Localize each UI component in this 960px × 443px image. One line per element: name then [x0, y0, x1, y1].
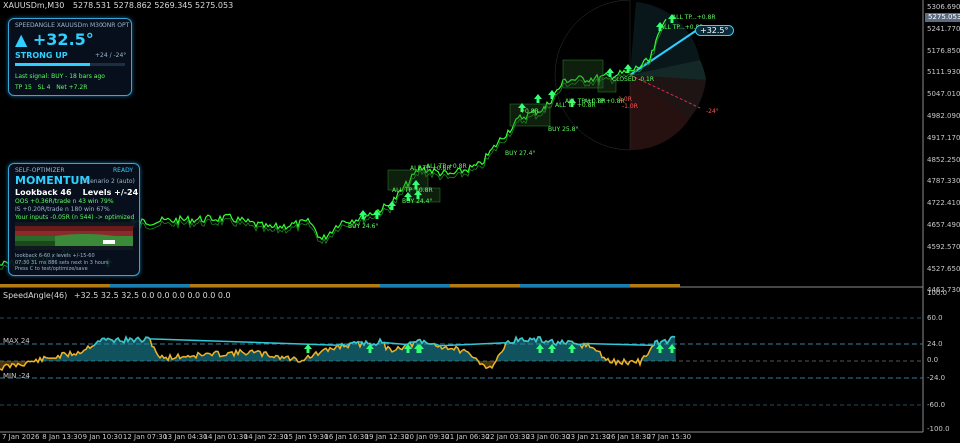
indicator-tick: -24.0 [927, 374, 946, 382]
trend-strip-up [520, 284, 630, 287]
indicator-tick: 0.0 [927, 356, 939, 364]
indicator-tick: -100.0 [927, 425, 950, 433]
speed-angle-panel[interactable]: SPEEDANGLE XAUUSDm M30 ONR OPT ▲ +32.5° … [8, 18, 132, 96]
time-tick: 15 Jan 19:30 [284, 433, 329, 441]
sl-count: SL 4 [37, 84, 51, 91]
search-range: lookback 6-60 x levels +/-15-60 [15, 253, 95, 259]
trend-strip-up [380, 284, 450, 287]
price-tick: 4787.330 [927, 177, 960, 186]
symbol-header: XAUUSDm,M30 5278.531 5278.862 5269.345 5… [3, 1, 233, 10]
price-tick: 4982.090 [927, 112, 960, 120]
trade-annotation: BUY 25.8° [548, 126, 579, 133]
time-tick: 9 Jan 10:30 [82, 433, 123, 441]
price-tick: 4722.410 [927, 199, 960, 208]
time-tick: 14 Jan 01:30 [203, 433, 248, 441]
symbol-label: XAUUSDm,M30 [3, 1, 65, 10]
time-tick: 12 Jan 07:30 [122, 433, 168, 441]
time-tick: 13 Jan 04:30 [163, 433, 208, 441]
speed-panel-mode: ONR OPT [102, 22, 130, 29]
indicator-tick: 24.0 [927, 340, 943, 348]
price-tick: 4527.650 [927, 264, 960, 273]
angle-display: ▲ +32.5° [15, 30, 94, 49]
indicator-tick: 60.0 [927, 314, 943, 322]
inputs-comparison: Your inputs -0.05R (n 544) -> optimized [15, 214, 135, 221]
trade-annotation: -24° [706, 108, 719, 115]
time-tick: 26 Jan 18:30 [606, 433, 651, 441]
time-tick: 14 Jan 22:30 [243, 433, 289, 441]
lookback-value: Lookback 46 [15, 188, 72, 197]
price-tick: 5111.930 [927, 68, 960, 77]
trade-boxes [387, 59, 617, 203]
time-tick: 19 Jan 12:30 [364, 433, 410, 441]
indicator-tick: -60.0 [927, 401, 946, 409]
last-signal: Last signal: BUY - 18 bars ago [15, 73, 105, 80]
params-line: Lookback 46 Levels +/-24 [15, 188, 138, 197]
indicator-values: +32.5 32.5 32.5 0.0 0.0 0.0 0.0 0.0 0.0 [73, 291, 231, 300]
is-stats: IS +0.20R/trade n 180 win 67% [15, 206, 110, 213]
time-tick: 21 Jan 06:30 [445, 433, 490, 441]
indicator-header: SpeedAngle(46) +32.5 32.5 32.5 0.0 0.0 0… [3, 291, 231, 300]
price-tick: 5176.850 [927, 46, 960, 55]
buy-arrow-icon [304, 344, 312, 353]
trade-annotation: BUY 24.6° [348, 223, 379, 230]
min-level-label: MIN -24 [3, 372, 30, 380]
angle-gauge-fill [15, 63, 90, 66]
tp-count: TP 15 [15, 84, 32, 91]
time-tick: 20 Jan 09:30 [405, 433, 450, 441]
price-tick: 5047.010 [927, 90, 960, 99]
trade-annotation: BUY 27.4° [505, 150, 536, 157]
price-tick: 4657.490 [927, 221, 960, 229]
price-tick: 4852.250 [927, 155, 960, 164]
self-optimizer-panel[interactable]: SELF-OPTIMIZER READY MOMENTUM Scenario 2… [8, 163, 140, 276]
time-tick: 22 Jan 03:30 [485, 433, 530, 441]
trade-annotation: -1.0R [616, 96, 632, 103]
trade-annotation: +0.8R [520, 108, 539, 115]
trade-annotation: CLOSED -0.1R [612, 76, 655, 83]
buy-arrow-icon [534, 94, 542, 103]
optimizer-heatmap [15, 222, 133, 250]
trend-strip-up [110, 284, 190, 287]
angle-value: +32.5° [32, 30, 94, 49]
current-price-tag: 5275.053 [925, 13, 960, 22]
net-result: Net +7.2R [56, 84, 88, 91]
trade-annotation: BUY 24.4° [402, 198, 433, 205]
angle-gauge [15, 63, 125, 66]
hotkey-hint: Press C to test/optimize/save [15, 266, 88, 272]
price-tick: 4917.170 [927, 133, 960, 142]
trade-annotation: ALL TP...+0.8R [672, 14, 716, 21]
levels-value: Levels +/-24 [82, 188, 139, 197]
trade-annotation: ALL TP +0.8R [426, 163, 467, 170]
trade-annotation: ALL TP +0.8R [392, 187, 433, 194]
scenario-label: Scenario 2 (auto) [83, 178, 135, 185]
time-tick: 8 Jan 13:30 [42, 433, 83, 441]
max-level-label: MAX 24 [3, 337, 30, 345]
price-tick: 4592.570 [927, 242, 960, 251]
time-tick: 23 Jan 00:30 [525, 433, 571, 441]
optimizer-status: READY [113, 167, 134, 174]
ohlc-open: 5278.531 [72, 1, 112, 10]
ohlc-low: 5269.345 [154, 1, 193, 10]
chart-canvas[interactable] [0, 0, 960, 443]
speed-badge: +32.5° [695, 25, 734, 36]
angle-range: +24 / -24° [95, 52, 127, 59]
price-tick: 5306.690 [927, 3, 960, 11]
up-arrow-icon: ▲ [15, 30, 28, 49]
indicator-name: SpeedAngle(46) [3, 291, 68, 300]
speed-panel-title: SPEEDANGLE XAUUSDm M30 [15, 22, 103, 29]
price-tick: 5241.770 [927, 24, 960, 33]
direction-label: STRONG UP [15, 51, 68, 60]
oos-stats: OOS +0.36R/trade n 43 win 79% [15, 198, 114, 205]
ohlc-close: 5275.053 [195, 1, 234, 10]
time-tick: 16 Jan 16:30 [324, 433, 369, 441]
trade-annotation: -1.0R [622, 103, 638, 110]
indicator-fill-down [0, 361, 676, 371]
strategy-name: MOMENTUM [15, 174, 91, 187]
time-tick: 23 Jan 21:30 [566, 433, 611, 441]
time-tick: 7 Jan 2026 [2, 433, 40, 441]
trade-stats: TP 15 SL 4 Net +7.2R [15, 84, 87, 91]
indicator-tick: 100.0 [927, 289, 948, 297]
optimizer-title: SELF-OPTIMIZER [15, 167, 65, 174]
ohlc-high: 5278.862 [113, 1, 152, 10]
time-tick: 27 Jan 15:30 [646, 433, 692, 441]
